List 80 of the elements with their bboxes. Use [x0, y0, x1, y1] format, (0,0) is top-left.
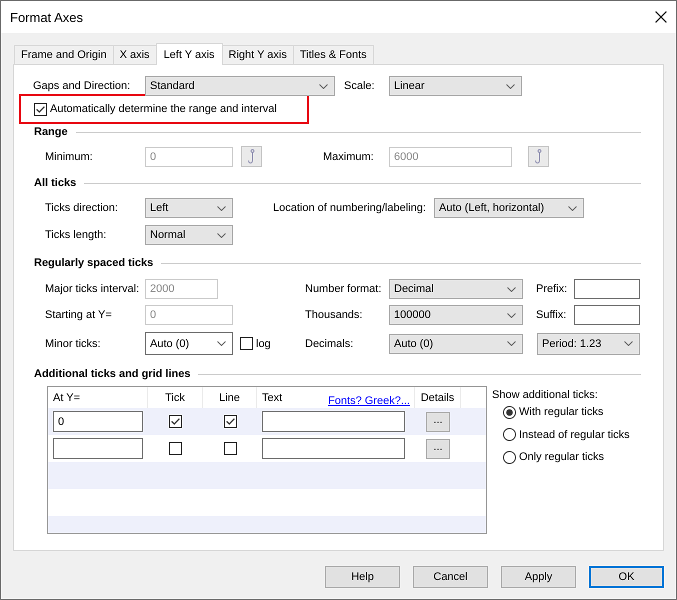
chevron-icon — [507, 341, 516, 346]
pick-value-button[interactable] — [528, 146, 549, 167]
section-title: Regularly spaced ticks — [34, 257, 154, 269]
details-button[interactable]: ... — [426, 412, 450, 432]
show-ticks-label: Show additional ticks: — [492, 389, 599, 401]
line-checkbox[interactable] — [224, 442, 236, 455]
minor-ticks-label: Minor ticks: — [45, 338, 102, 350]
ticks-direction-dropdown[interactable]: Left — [145, 198, 233, 218]
auto-range-checkbox[interactable] — [34, 102, 47, 116]
major-interval-label: Major ticks interval: — [45, 283, 140, 295]
hook-icon — [248, 149, 256, 164]
details-button[interactable]: ... — [426, 438, 450, 458]
radio-label[interactable]: With regular ticks — [519, 406, 604, 418]
section-title: All ticks — [34, 177, 76, 189]
ticks-direction-label: Ticks direction: — [45, 202, 119, 214]
dialog-button[interactable]: Apply — [501, 566, 576, 588]
scale-dropdown[interactable]: Linear — [389, 76, 522, 96]
period-dropdown[interactable]: Period: 1.23 — [537, 332, 640, 354]
gaps-direction-dropdown[interactable]: Standard — [145, 76, 335, 96]
column-header: Text — [262, 392, 282, 404]
gaps-direction-label: Gaps and Direction: — [33, 80, 132, 92]
line-checkbox[interactable] — [224, 415, 236, 428]
prefix-label: Prefix: — [536, 283, 568, 295]
number-format-dropdown[interactable]: Decimal — [389, 279, 523, 299]
pick-value-button[interactable] — [241, 146, 262, 167]
section-title: Additional ticks and grid lines — [34, 368, 190, 380]
radio-label[interactable]: Only regular ticks — [519, 451, 604, 464]
chevron-icon — [217, 232, 226, 238]
dialog-button[interactable]: Help — [325, 566, 400, 588]
text-field[interactable] — [262, 438, 405, 459]
checkmark-icon — [36, 106, 45, 112]
fonts-link[interactable]: Fonts? Greek?... — [328, 395, 410, 407]
log-label[interactable]: log — [256, 338, 271, 350]
ticks-length-dropdown[interactable]: Normal — [145, 225, 233, 245]
minimum-label: Minimum: — [45, 150, 94, 162]
chevron-icon — [624, 341, 633, 346]
at-y-field[interactable]: 0 — [53, 411, 143, 432]
radio-label[interactable]: Instead of regular ticks — [519, 428, 630, 441]
maximum-label: Maximum: — [323, 150, 375, 162]
starting-at-label: Starting at Y= — [45, 309, 113, 321]
dialog-button[interactable]: Cancel — [413, 566, 488, 588]
ticks-length-label: Ticks length: — [45, 229, 108, 241]
close-icon[interactable] — [655, 11, 667, 23]
chevron-icon — [568, 206, 577, 210]
dialog-button[interactable]: OK — [589, 566, 664, 588]
tick-checkbox[interactable] — [169, 442, 182, 455]
radio-button[interactable] — [503, 450, 516, 464]
thousands-label: Thousands: — [305, 309, 364, 321]
label-location-dropdown[interactable]: Auto (Left, horizontal) — [434, 198, 584, 218]
tab[interactable]: Titles & Fonts — [292, 45, 374, 64]
tab[interactable]: Frame and Origin — [14, 45, 114, 64]
thousands-dropdown[interactable]: 100000 — [389, 305, 523, 325]
minor-ticks-dropdown[interactable]: Auto (0) — [145, 332, 233, 355]
scale-label: Scale: — [344, 80, 376, 92]
chevron-icon — [507, 286, 516, 292]
tick-checkbox[interactable] — [169, 415, 182, 428]
checkmark-icon — [226, 418, 234, 425]
section-title: Range — [34, 126, 68, 138]
hook-icon — [534, 149, 542, 164]
chevron-icon — [506, 84, 515, 88]
radio-button[interactable] — [503, 428, 516, 442]
window-title: Format Axes — [10, 10, 83, 24]
chevron-icon — [217, 341, 226, 346]
prefix-field[interactable] — [574, 279, 640, 299]
text-field[interactable] — [262, 411, 405, 432]
chevron-icon — [319, 84, 328, 88]
checkmark-icon — [171, 418, 180, 425]
auto-range-label[interactable]: Automatically determine the range and interval — [50, 103, 277, 115]
suffix-field[interactable] — [574, 305, 640, 325]
radio-button[interactable] — [503, 406, 516, 419]
log-checkbox[interactable] — [240, 337, 253, 350]
at-y-field[interactable] — [53, 438, 143, 459]
tab[interactable]: Left Y axis — [156, 43, 223, 65]
decimals-dropdown[interactable]: Auto (0) — [389, 334, 523, 354]
number-format-label: Number format: — [305, 283, 382, 295]
chevron-icon — [217, 206, 226, 210]
suffix-label: Suffix: — [536, 309, 568, 321]
decimals-label: Decimals: — [305, 338, 354, 350]
chevron-icon — [507, 312, 516, 318]
label-location-label: Location of numbering/labeling: — [273, 202, 427, 214]
